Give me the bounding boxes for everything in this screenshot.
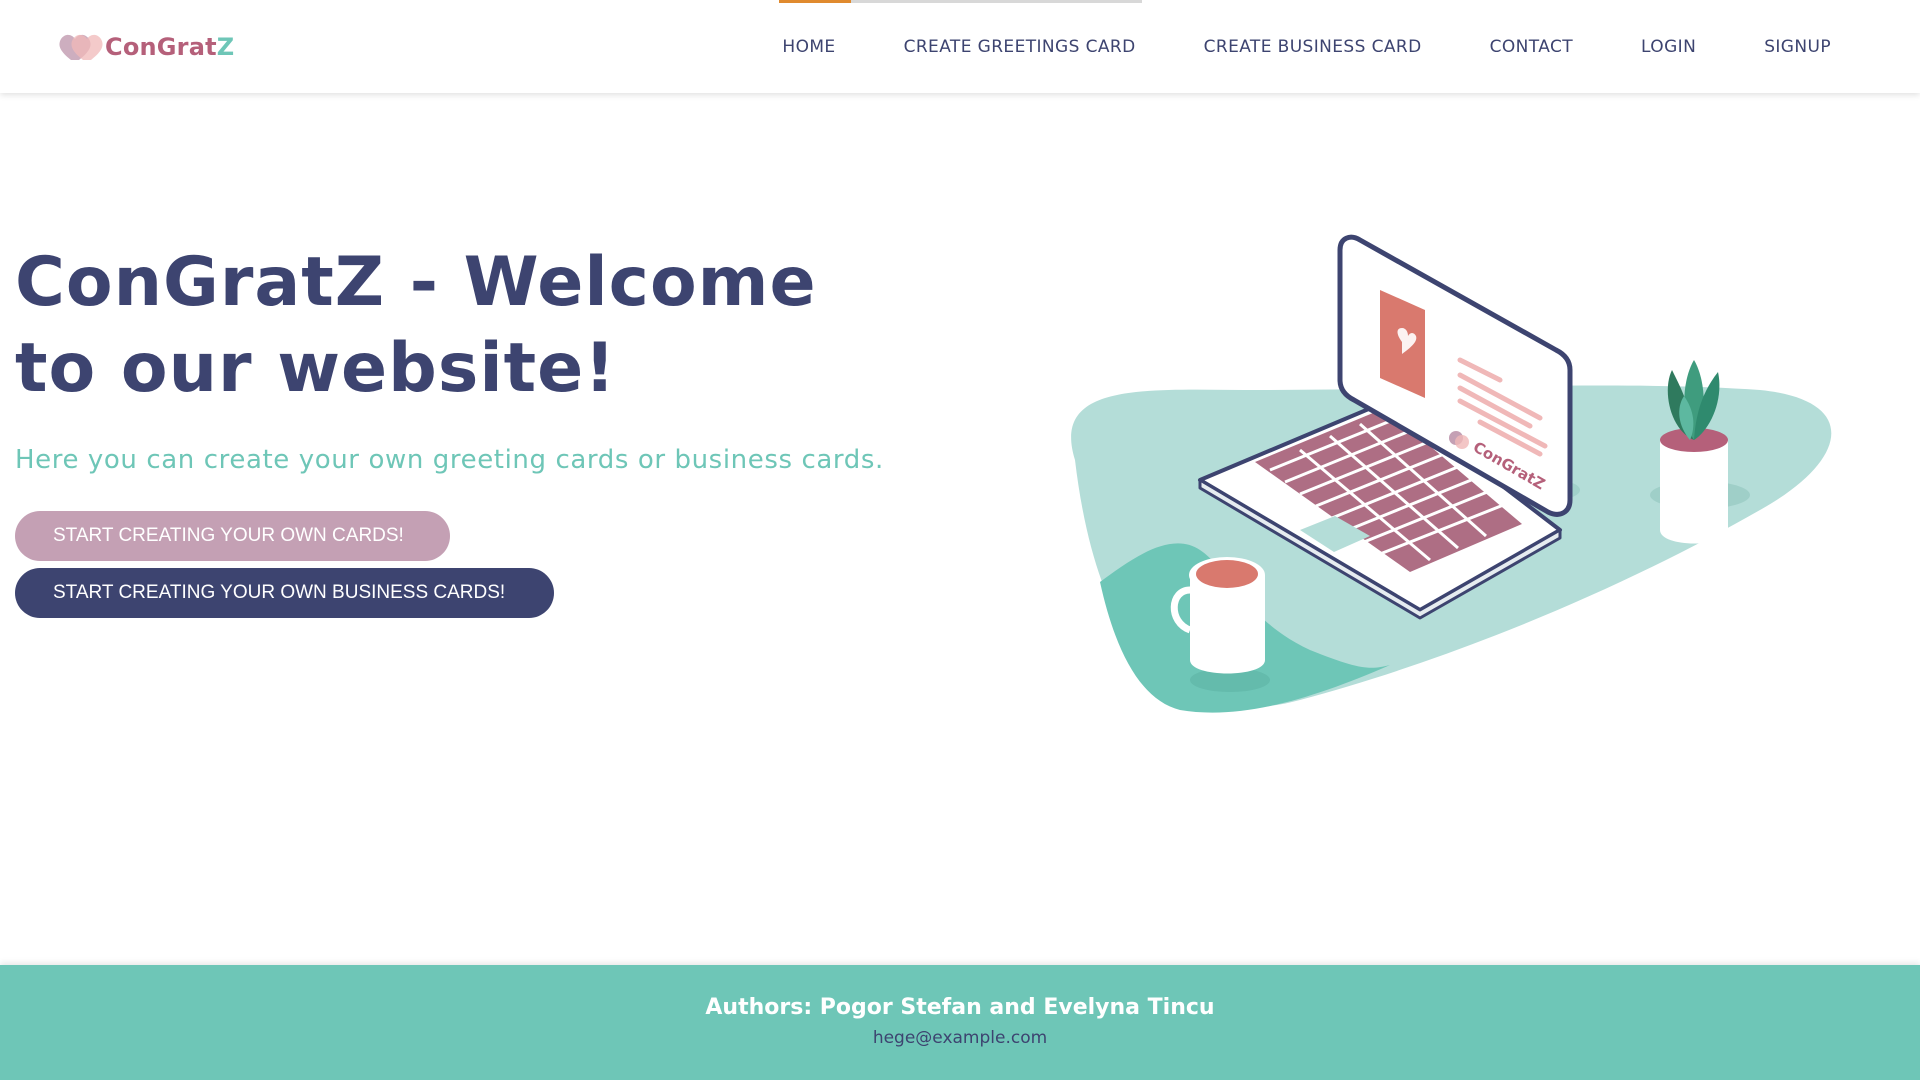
laptop-illustration: ConGratZ — [1060, 230, 1880, 730]
footer-email[interactable]: hege@example.com — [0, 1028, 1920, 1048]
nav-signup[interactable]: SIGNUP — [1730, 0, 1865, 93]
nav-home[interactable]: HOME — [748, 0, 869, 93]
brand-name: ConGratZ — [105, 33, 234, 61]
start-creating-cards-button[interactable]: START CREATING YOUR OWN CARDS! — [15, 511, 450, 561]
hero-subtitle: Here you can create your own greeting ca… — [15, 445, 884, 475]
nav-contact[interactable]: CONTACT — [1456, 0, 1607, 93]
brand-name-part2: Z — [216, 33, 235, 61]
hero-title: ConGratZ - Welcome to our website! — [15, 243, 817, 408]
nav-create-greetings-card[interactable]: CREATE GREETINGS CARD — [870, 0, 1170, 93]
footer-authors: Authors: Pogor Stefan and Evelyna Tincu — [705, 995, 1215, 1020]
start-creating-business-cards-button[interactable]: START CREATING YOUR OWN BUSINESS CARDS! — [15, 568, 554, 618]
hearts-logo-icon — [57, 30, 103, 64]
nav-login[interactable]: LOGIN — [1607, 0, 1730, 93]
nav-create-business-card[interactable]: CREATE BUSINESS CARD — [1170, 0, 1456, 93]
site-footer: Authors: Pogor Stefan and Evelyna Tincu … — [0, 965, 1920, 1080]
main-nav: HOME CREATE GREETINGS CARD CREATE BUSINE… — [748, 0, 1865, 93]
brand-logo[interactable]: ConGratZ — [57, 30, 234, 64]
site-header: ConGratZ HOME CREATE GREETINGS CARD CREA… — [0, 0, 1920, 93]
brand-name-part1: ConGrat — [105, 33, 217, 61]
